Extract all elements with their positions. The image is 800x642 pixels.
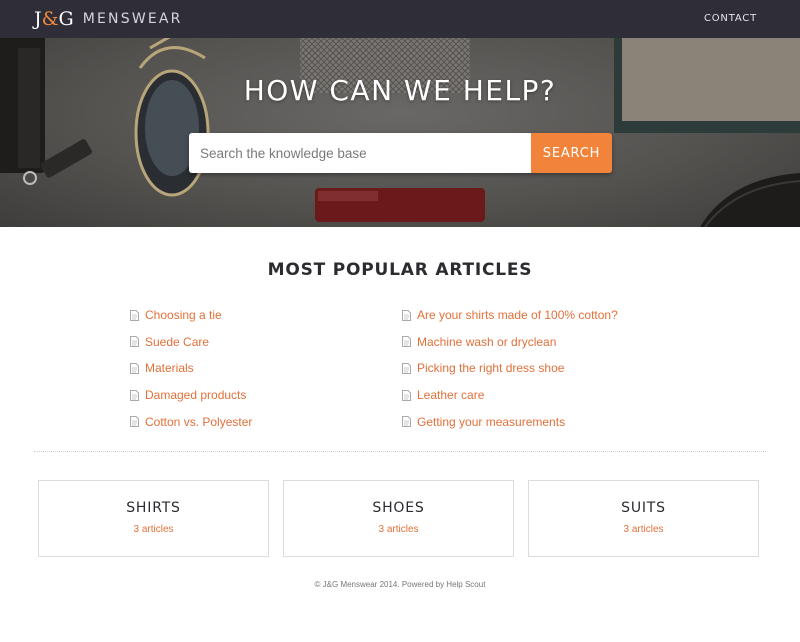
- hero-banner: HOW CAN WE HELP? SEARCH: [0, 38, 800, 227]
- document-icon: [402, 389, 411, 401]
- category-article-count: 3 articles: [133, 524, 174, 535]
- article-link[interactable]: Picking the right dress shoe: [417, 361, 564, 375]
- logo-text: MENSWEAR: [82, 11, 183, 27]
- popular-articles-heading: MOST POPULAR ARTICLES: [267, 260, 533, 280]
- article-item: Materials: [130, 355, 252, 382]
- document-icon: [402, 336, 411, 348]
- document-icon: [130, 336, 139, 348]
- document-icon: [402, 416, 411, 428]
- category-article-count: 3 articles: [378, 524, 419, 535]
- search-button[interactable]: SEARCH: [531, 133, 612, 173]
- category-card-suits[interactable]: SUITS 3 articles: [528, 480, 759, 557]
- popular-articles-left: Choosing a tie Suede Care Materials Dama…: [130, 302, 252, 435]
- category-title: SHOES: [372, 500, 425, 516]
- article-item: Suede Care: [130, 329, 252, 356]
- article-link[interactable]: Damaged products: [145, 388, 246, 402]
- copyright-text: © J&G Menswear 2014.: [314, 580, 400, 589]
- article-item: Cotton vs. Polyester: [130, 408, 252, 435]
- article-item: Machine wash or dryclean: [402, 329, 618, 356]
- contact-link[interactable]: CONTACT: [704, 13, 757, 24]
- article-link[interactable]: Materials: [145, 361, 194, 375]
- article-item: Getting your measurements: [402, 408, 618, 435]
- document-icon: [130, 362, 139, 374]
- top-navigation-bar: J&G MENSWEAR CONTACT: [0, 0, 800, 38]
- article-link[interactable]: Machine wash or dryclean: [417, 335, 556, 349]
- document-icon: [402, 309, 411, 321]
- footer: © J&G Menswear 2014. Powered by Help Sco…: [0, 580, 800, 589]
- document-icon: [130, 416, 139, 428]
- document-icon: [130, 389, 139, 401]
- popular-articles-right: Are your shirts made of 100% cotton? Mac…: [402, 302, 618, 435]
- search-form: SEARCH: [189, 133, 612, 173]
- article-link[interactable]: Choosing a tie: [145, 308, 222, 322]
- category-article-count: 3 articles: [623, 524, 664, 535]
- article-item: Choosing a tie: [130, 302, 252, 329]
- article-item: Damaged products: [130, 382, 252, 409]
- article-link[interactable]: Suede Care: [145, 335, 209, 349]
- hero-title: HOW CAN WE HELP?: [243, 74, 557, 107]
- powered-by-link[interactable]: Powered by Help Scout: [402, 580, 486, 589]
- article-link[interactable]: Getting your measurements: [417, 415, 565, 429]
- article-link[interactable]: Leather care: [417, 388, 484, 402]
- article-item: Picking the right dress shoe: [402, 355, 618, 382]
- category-card-shoes[interactable]: SHOES 3 articles: [283, 480, 514, 557]
- article-item: Leather care: [402, 382, 618, 409]
- search-input[interactable]: [189, 133, 531, 173]
- category-title: SHIRTS: [126, 500, 181, 516]
- section-divider: [34, 451, 766, 452]
- logo-mark: J&G: [34, 8, 74, 30]
- category-card-shirts[interactable]: SHIRTS 3 articles: [38, 480, 269, 557]
- category-title: SUITS: [621, 500, 666, 516]
- article-link[interactable]: Are your shirts made of 100% cotton?: [417, 308, 618, 322]
- site-logo[interactable]: J&G MENSWEAR: [34, 8, 183, 30]
- article-item: Are your shirts made of 100% cotton?: [402, 302, 618, 329]
- document-icon: [402, 362, 411, 374]
- document-icon: [130, 309, 139, 321]
- article-link[interactable]: Cotton vs. Polyester: [145, 415, 252, 429]
